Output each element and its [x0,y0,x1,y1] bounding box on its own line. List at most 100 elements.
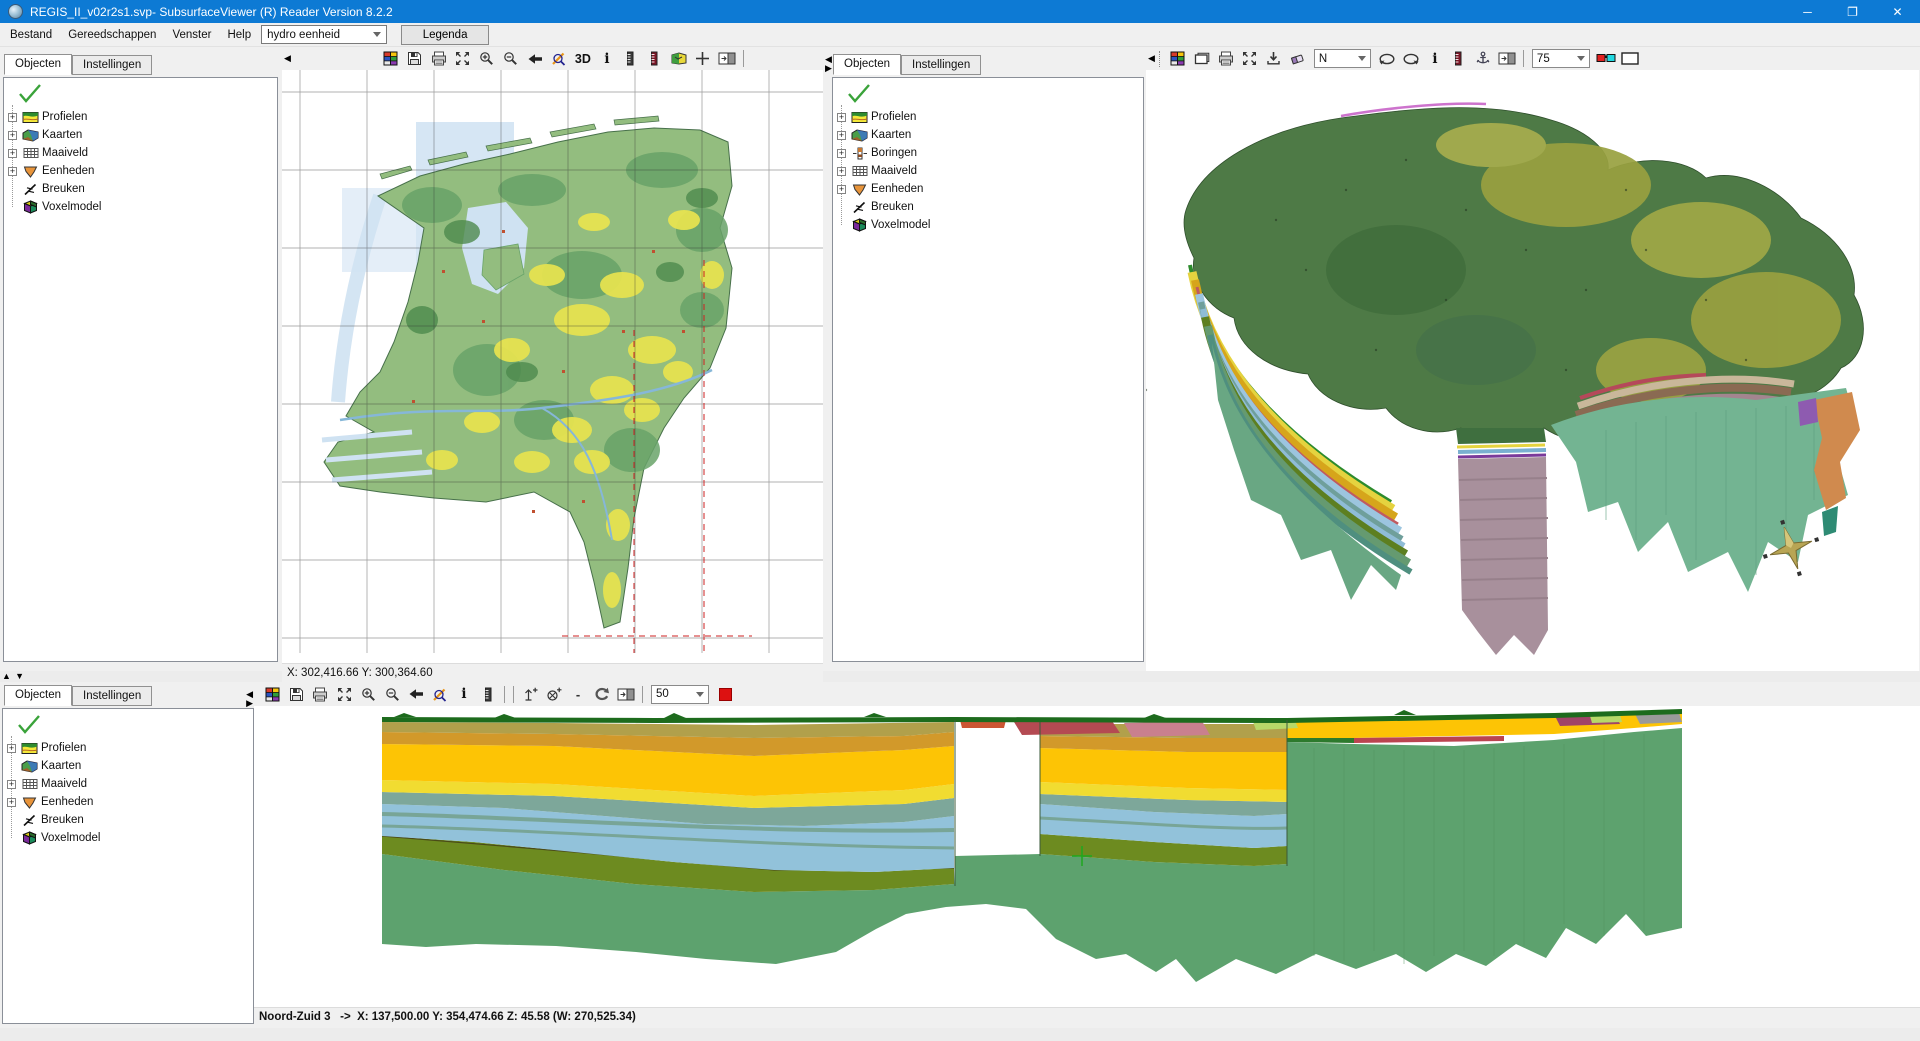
add-borehole-button[interactable] [543,684,565,704]
tab-objecten[interactable]: Objecten [4,685,72,706]
maximize-button[interactable]: ❐ [1830,0,1875,23]
tree-item-boringen[interactable]: +Boringen [833,144,1143,162]
profile-ruler-button[interactable] [644,49,666,69]
collapse-panel-icon[interactable]: ◀ [1148,54,1155,63]
zoom-extent-button[interactable] [333,684,355,704]
tree-item-kaarten[interactable]: Kaarten [3,757,253,775]
tree-item-eenheden[interactable]: +Eenheden [3,793,253,811]
background-color-button[interactable] [1619,49,1641,69]
expand-toggle-icon[interactable]: + [7,780,16,789]
expand-toggle-icon[interactable]: + [837,185,846,194]
save-button[interactable] [285,684,307,704]
refresh-button[interactable] [591,684,613,704]
save-button[interactable] [404,49,426,69]
legend-panel-button[interactable] [615,684,637,704]
tree-item-voxelmodel[interactable]: Voxelmodel [833,216,1143,234]
export-image-button[interactable] [1263,49,1285,69]
legend-colors-button[interactable] [261,684,283,704]
tree-item-breuken[interactable]: Breuken [3,811,253,829]
legend-button[interactable]: Legenda [401,25,489,45]
tree-item-maaiveld[interactable]: +Maaiveld [4,144,277,162]
tree-item-maaiveld[interactable]: +Maaiveld [833,162,1143,180]
expand-toggle-icon[interactable]: + [7,798,16,807]
info-button[interactable]: i [596,49,618,69]
print-button[interactable] [1215,49,1237,69]
anchor-view-button[interactable] [1472,49,1494,69]
tree-item-voxelmodel[interactable]: Voxelmodel [3,829,253,847]
tree-item-maaiveld[interactable]: +Maaiveld [3,775,253,793]
tree-item-eenheden[interactable]: +Eenheden [4,162,277,180]
expand-toggle-icon[interactable]: + [7,744,16,753]
menu-bestand[interactable]: Bestand [2,25,60,45]
zoom-in-button[interactable] [476,49,498,69]
info-button[interactable]: i [453,684,475,704]
zoom-out-button[interactable] [381,684,403,704]
vertical-ruler-button[interactable] [620,49,642,69]
expand-toggle-icon[interactable]: + [837,113,846,122]
add-marker-button[interactable] [519,684,541,704]
expand-panel-icon[interactable]: ▶ [246,699,253,708]
expand-toggle-icon[interactable]: + [8,167,17,176]
tab-instellingen[interactable]: Instellingen [72,55,152,75]
save-view-button[interactable] [1191,49,1213,69]
tree-item-voxelmodel[interactable]: Voxelmodel [4,198,277,216]
expand-toggle-icon[interactable]: + [8,149,17,158]
legend-colors-button[interactable] [1167,49,1189,69]
record-indicator[interactable] [714,684,736,704]
zoom-window-button[interactable] [429,684,451,704]
tree-item-kaarten[interactable]: +Kaarten [833,126,1143,144]
legend-panel-button[interactable] [1496,49,1518,69]
tree-item-profielen[interactable]: +Profielen [3,739,253,757]
menu-help[interactable]: Help [219,25,259,45]
unit-combo[interactable]: hydro eenheid [261,25,387,44]
expand-toggle-icon[interactable]: + [837,149,846,158]
zoom-window-button[interactable] [548,49,570,69]
info-button[interactable]: i [1424,49,1446,69]
open-3d-view-button[interactable]: 3D [572,49,594,69]
splitter-down-icon[interactable]: ▼ [15,671,25,681]
expand-toggle-icon[interactable]: + [8,131,17,140]
zoom-extent-button[interactable] [1239,49,1261,69]
tree-item-profielen[interactable]: +Profielen [833,108,1143,126]
rotate-right-button[interactable] [1400,49,1422,69]
expand-toggle-icon[interactable]: + [837,167,846,176]
expand-toggle-icon[interactable]: + [837,131,846,140]
north-direction-select[interactable]: N [1311,49,1374,69]
collapse-panel-icon[interactable]: ◀ [284,54,291,63]
expand-panel-icon[interactable]: ▶ [825,64,832,73]
legend-panel-button[interactable] [716,49,738,69]
legend-colors-button[interactable] [380,49,402,69]
minimize-button[interactable]: ─ [1785,0,1830,23]
crosshair-button[interactable] [692,49,714,69]
tree-item-kaarten[interactable]: +Kaarten [4,126,277,144]
tree-item-breuken[interactable]: Breuken [833,198,1143,216]
rotate-left-button[interactable] [1376,49,1398,69]
menu-gereedschappen[interactable]: Gereedschappen [60,25,164,45]
vertical-ruler-button[interactable] [477,684,499,704]
map-overview-button[interactable] [668,49,690,69]
zoom-out-button[interactable] [500,49,522,69]
map-view[interactable]: X: 302,416.66 Y: 300,364.60 [282,70,823,682]
toolbar-grip[interactable] [1159,51,1160,67]
expand-toggle-icon[interactable]: + [8,113,17,122]
tab-instellingen[interactable]: Instellingen [72,686,152,706]
tree-item-eenheden[interactable]: +Eenheden [833,180,1143,198]
vertical-exaggeration-select[interactable]: 75 [1529,49,1593,69]
zoom-extent-button[interactable] [452,49,474,69]
view3d-view[interactable] [1146,70,1919,671]
vertical-ruler-button[interactable] [1448,49,1470,69]
previous-view-button[interactable] [524,49,546,69]
decrease-button[interactable]: - [567,684,589,704]
close-button[interactable]: ✕ [1875,0,1920,23]
eraser-button[interactable] [1287,49,1309,69]
tab-instellingen[interactable]: Instellingen [901,55,981,75]
tree-item-profielen[interactable]: +Profielen [4,108,277,126]
tab-objecten[interactable]: Objecten [4,54,72,75]
zoom-in-button[interactable] [357,684,379,704]
anaglyph-3d-button[interactable] [1595,49,1617,69]
tab-objecten[interactable]: Objecten [833,54,901,75]
print-button[interactable] [428,49,450,69]
print-button[interactable] [309,684,331,704]
menu-venster[interactable]: Venster [164,25,219,45]
vertical-exaggeration-select[interactable]: 50 [648,684,712,704]
